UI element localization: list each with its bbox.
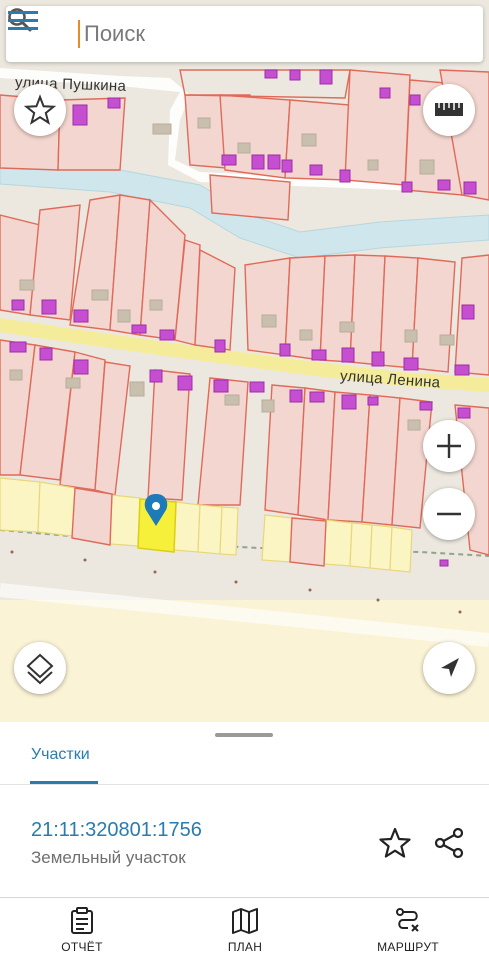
nav-plan-label: ПЛАН: [227, 940, 263, 954]
text-cursor: [78, 20, 80, 48]
favorite-star-icon[interactable]: [378, 826, 412, 860]
cadastral-map[interactable]: [0, 0, 489, 722]
tab-parcels[interactable]: Участки: [31, 746, 90, 764]
ruler-button[interactable]: [423, 84, 475, 136]
navigation-arrow-icon: [441, 658, 459, 677]
my-location-button[interactable]: [423, 642, 475, 694]
search-bar[interactable]: Поиск: [6, 6, 483, 62]
divider: [0, 897, 489, 898]
star-icon: [23, 94, 57, 125]
nav-route[interactable]: МАРШРУТ: [353, 902, 463, 958]
parcel-type: Земельный участок: [31, 848, 186, 867]
share-icon[interactable]: [432, 826, 466, 860]
layers-icon: [26, 653, 54, 685]
search-input[interactable]: Поиск: [84, 22, 145, 46]
favorite-button[interactable]: [14, 84, 66, 136]
report-icon: [71, 907, 93, 934]
drag-handle[interactable]: [215, 733, 273, 737]
cadastral-number[interactable]: 21:11:320801:1756: [31, 819, 202, 842]
zoom-out-button[interactable]: [423, 488, 475, 540]
minus-icon: [437, 512, 461, 516]
nav-report[interactable]: ОТЧЁТ: [27, 902, 137, 958]
zoom-in-button[interactable]: [423, 420, 475, 472]
plus-icon: [437, 434, 461, 458]
layers-button[interactable]: [14, 642, 66, 694]
map-icon: [232, 908, 258, 934]
route-icon: [396, 908, 419, 932]
bottom-sheet: Участки 21:11:320801:1756 Земельный учас…: [0, 722, 489, 960]
map-view[interactable]: улица Пушкина улица Ленина Поиск: [0, 0, 489, 722]
nav-route-label: МАРШРУТ: [377, 940, 439, 954]
divider: [0, 784, 489, 785]
nav-plan[interactable]: ПЛАН: [190, 902, 300, 958]
nav-report-label: ОТЧЁТ: [61, 940, 103, 954]
ruler-icon: [435, 103, 463, 116]
menu-icon[interactable]: [6, 6, 40, 34]
